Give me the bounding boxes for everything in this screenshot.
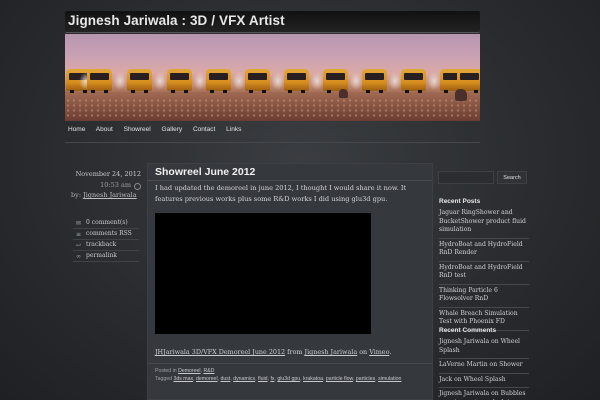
post-panel: Showreel June 2012 I had updated the dem… [147,163,433,400]
search-button[interactable]: Search [497,171,527,184]
tag-link[interactable]: dynamics [233,376,255,382]
link-icon: ∞ [76,253,81,260]
recent-comment-link[interactable]: Jack on Wheel Splash [439,374,529,388]
header-banner-image [65,34,480,121]
post-meta: November 24, 2012 10:53 am by: Jignesh J… [71,170,141,199]
nav-gallery[interactable]: Gallery [162,126,183,133]
recent-post-link[interactable]: Jaguar RingShower and BucketShower produ… [439,207,529,239]
comments-rss-link[interactable]: ≡ comments RSS [73,229,139,240]
site-header: Jignesh Jariwala : 3D / VFX Artist [65,11,480,33]
tagged-prefix: Tagged [155,376,174,382]
tags-line: Tagged 3ds max, demoreel, dust, dynamics… [155,376,402,382]
nav-links[interactable]: Links [226,126,241,133]
recent-post-link[interactable]: Thinking Particle 6 Flowsolver RnD [439,285,529,308]
recent-comments-list: Jignesh Jariwala on Wheel Splash LaVerne… [439,336,529,400]
comments-rss-label: comments RSS [86,230,132,237]
trackback-label: trackback [86,241,117,248]
by-prefix: by: [71,191,82,199]
video-title-link[interactable]: JHJariwala 3D/VFX Demoreel June 2012 [155,348,285,356]
tag-link[interactable]: fx [270,376,274,382]
nav-home[interactable]: Home [68,126,85,133]
trackback-link[interactable]: ↩ trackback [73,240,139,251]
author-link[interactable]: Jignesh Jariwala [83,191,137,199]
tag-link[interactable]: particle flow [326,376,353,382]
comment-icon: ✉ [75,220,82,227]
vimeo-link[interactable]: Vimeo [369,348,389,356]
post-body: I had updated the demoreel in june 2012,… [155,184,407,203]
nav-divider [65,142,480,143]
category-link[interactable]: R&D [203,368,214,374]
video-player[interactable] [155,213,371,334]
nav-showreel[interactable]: Showreel [124,126,151,133]
credit-on: on [357,348,370,356]
recent-comment-link[interactable]: Jignesh Jariwala on Wheel Splash [439,336,529,359]
post-meta-links: ✉ 0 comment(s) ≡ comments RSS ↩ trackbac… [73,218,139,262]
tag-link[interactable]: dust [221,376,231,382]
tag-link[interactable]: simulation [378,376,401,382]
tag-link[interactable]: fluid [258,376,268,382]
tag-link[interactable]: demoreel [196,376,218,382]
comments-link[interactable]: ✉ 0 comment(s) [73,218,139,229]
tag-link[interactable]: glu3d gpu [277,376,300,382]
recent-comment-link[interactable]: Jignesh Jariwala on Bubbles popping wate… [439,388,529,400]
clock-icon [134,183,141,190]
categories-line: Posted in Demoreel, R&D [155,368,215,374]
recent-posts-list: Jaguar RingShower and BucketShower produ… [439,207,529,331]
video-author-link[interactable]: Jignesh Jariwala [305,348,358,356]
post-footer: Posted in Demoreel, R&D Tagged 3ds max, … [155,367,430,383]
recent-posts-heading: Recent Posts [439,198,481,205]
permalink-label: permalink [86,252,117,259]
credit-from: from [285,348,305,356]
recent-post-link[interactable]: HydroBoat and HydroField RnD test [439,262,529,285]
recent-comment-link[interactable]: LaVerne Martin on Shower [439,359,529,374]
nav-contact[interactable]: Contact [193,126,215,133]
tag-link[interactable]: particles [356,376,375,382]
post-author-line: by: Jignesh Jariwala [71,191,141,199]
comments-label: 0 comment(s) [86,219,128,226]
main-nav: Home About Showreel Gallery Contact Link… [68,126,250,136]
posted-in-prefix: Posted in [155,368,179,374]
rss-icon: ≡ [75,231,82,238]
post-title[interactable]: Showreel June 2012 [155,166,255,178]
post-footer-divider [148,363,432,364]
post-date: November 24, 2012 [75,170,141,178]
nav-about[interactable]: About [96,126,113,133]
category-link[interactable]: Demoreel [178,368,201,374]
trackback-icon: ↩ [75,242,82,249]
post-time: 10:53 am [100,181,131,189]
search-input[interactable] [438,171,494,184]
tag-link[interactable]: 3ds max [173,376,193,382]
permalink-link[interactable]: ∞ permalink [73,251,139,262]
post-title-divider [148,180,432,181]
recent-post-link[interactable]: HydroBoat and HydroField RnD Render [439,239,529,262]
tag-link[interactable]: krakatoa [303,376,323,382]
credit-period: . [389,348,392,356]
video-credit: JHJariwala 3D/VFX Demoreel June 2012 fro… [155,348,391,356]
recent-comments-heading: Recent Comments [439,327,497,334]
site-title[interactable]: Jignesh Jariwala : 3D / VFX Artist [68,13,285,28]
